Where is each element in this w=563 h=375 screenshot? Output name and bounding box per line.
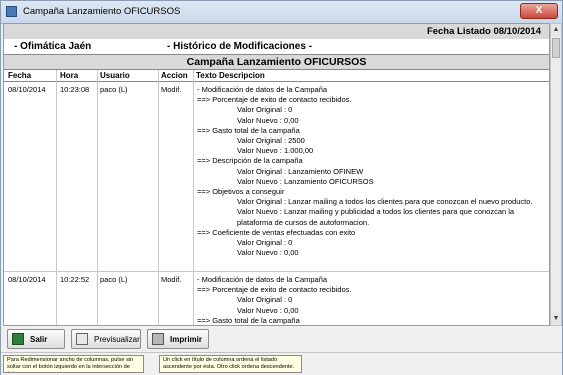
cell-fecha: 08/10/2014 [8,275,46,284]
company-name: - Ofimática Jaén [14,41,92,52]
cell-usuario: paco (L) [100,275,128,284]
app-icon [6,6,17,17]
desc-line: Valor Nuevo : Lanzar mailing y publicida… [237,207,515,227]
salir-label: Salir [30,335,48,344]
column-divider[interactable] [158,70,159,325]
campaign-band: Campaña Lanzamiento OFICURSOS [4,54,549,70]
button-bar: Salir Previsualizar Imprimir [1,327,562,351]
salir-button[interactable]: Salir [7,329,65,349]
cell-descripcion: - Modificación de datos de la Campaña ==… [197,275,543,325]
desc-line: Valor Nuevo : 1.000,00 [237,146,314,156]
previsualizar-label: Previsualizar [94,335,140,344]
resize-columns-tip: Para Redimensionar ancho de columnas, pu… [3,355,144,373]
desc-line: Valor Nuevo : 0,00 [237,305,299,315]
scroll-down-arrow-icon[interactable]: ▼ [551,313,561,325]
desc-line: Valor Original : Lanzar mailing a todos … [237,197,533,207]
close-button[interactable]: X [520,3,558,19]
desc-line: ==> Gasto total de la campaña [197,315,300,325]
exit-icon [12,333,24,345]
column-divider[interactable] [56,70,57,325]
window-title: Campaña Lanzamiento OFICURSOS [23,6,181,17]
imprimir-button[interactable]: Imprimir [147,329,209,349]
status-bar: Para Redimensionar ancho de columnas, pu… [1,352,562,375]
column-header-hora[interactable]: Hora [60,71,78,80]
cell-accion: Modif. [161,275,182,284]
desc-line: Valor Original : 2500 [237,136,305,146]
column-divider[interactable] [97,70,98,325]
column-header-texto[interactable]: Texto Descripcion [196,71,265,80]
desc-line: ==> Gasto total de la campaña [197,125,300,135]
cell-usuario: paco (L) [100,85,128,94]
previsualizar-button[interactable]: Previsualizar [71,329,141,349]
fecha-listado: Fecha Listado 08/10/2014 [426,26,541,37]
desc-line: ==> Descripción de la campaña [197,156,303,166]
desc-line: - Modificación de datos de la Campaña [197,85,328,94]
title-bar[interactable]: Campaña Lanzamiento OFICURSOS X [1,1,562,24]
desc-line: ==> Porcentaje de exito de contacto reci… [197,285,352,295]
cell-hora: 10:22:52 [60,275,90,284]
desc-line: Valor Nuevo : Lanzamiento OFICURSOS [237,176,374,186]
desc-line: ==> Porcentaje de exito de contacto reci… [197,95,352,105]
desc-line: Valor Nuevo : 0,00 [237,115,299,125]
cell-hora: 10:23:08 [60,85,90,94]
vertical-scrollbar[interactable]: ▲ ▼ [550,23,562,326]
desc-line: Valor Original : 0 [237,105,293,115]
scroll-up-arrow-icon[interactable]: ▲ [551,24,561,36]
column-divider[interactable] [193,70,194,325]
campaign-name: Campaña Lanzamiento OFICURSOS [186,56,367,68]
sort-columns-tip: Un click en título de columna ordena el … [159,355,302,373]
desc-line: ==> Coeficiente de ventas efectuadas con… [197,227,356,237]
cell-fecha: 08/10/2014 [8,85,46,94]
column-header-usuario[interactable]: Usuario [100,71,130,80]
preview-icon [76,333,88,345]
imprimir-label: Imprimir [170,335,203,344]
column-header-fecha[interactable]: Fecha [8,71,31,80]
desc-line: Valor Original : 0 [237,238,293,248]
printer-icon [152,333,164,345]
column-header-row: Fecha Hora Usuario Accion Texto Descripc… [4,70,549,82]
report-title: - Histórico de Modificaciones - [167,41,313,52]
report-header-company-band: - Ofimática Jaén - Histórico de Modifica… [4,39,549,54]
desc-line: - Modificación de datos de la Campaña [197,275,328,284]
cell-descripcion: - Modificación de datos de la Campaña ==… [197,85,543,258]
report-area: Fecha Listado 08/10/2014 - Ofimática Jaé… [3,23,550,326]
column-header-accion[interactable]: Accion [161,71,188,80]
desc-line: ==> Objetivos a conseguir [197,187,285,197]
desc-line: Valor Original : 0 [237,295,293,305]
row-separator [4,271,549,272]
report-header-date-band: Fecha Listado 08/10/2014 [4,24,549,39]
report-window: Campaña Lanzamiento OFICURSOS X Fecha Li… [0,0,563,375]
scroll-thumb[interactable] [552,38,560,58]
cell-accion: Modif. [161,85,182,94]
desc-line: Valor Original : Lanzamiento OFINEW [237,166,364,176]
desc-line: Valor Nuevo : 0,00 [237,248,299,258]
